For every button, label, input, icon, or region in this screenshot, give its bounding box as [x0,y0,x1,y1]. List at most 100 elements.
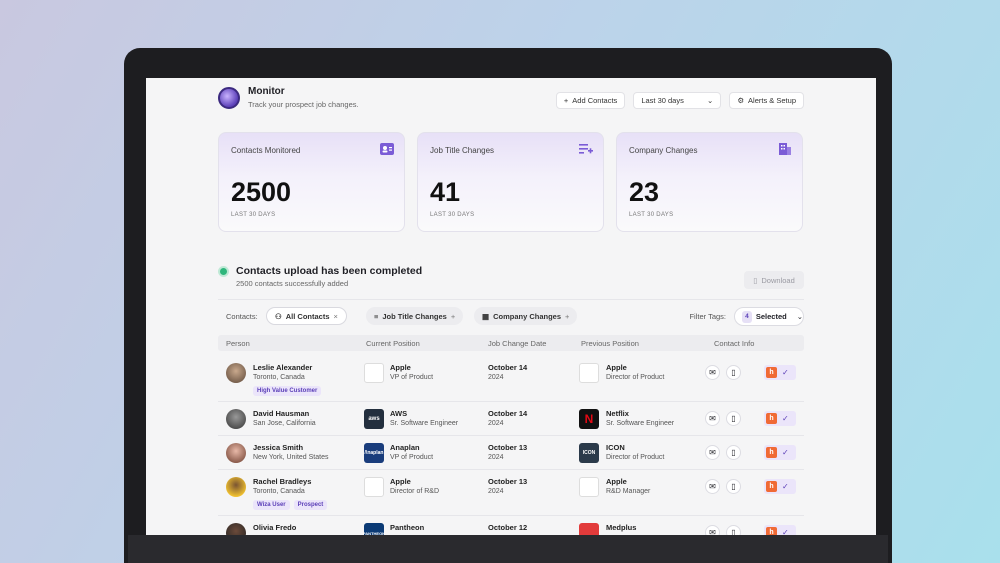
header-actions: + Add Contacts Last 30 days ⌄ ⚙ Alerts &… [555,92,804,109]
col-contact-info: Contact Info [714,339,755,348]
current-title: Sr. Software Engineer [390,420,459,427]
alerts-setup-label: Alerts & Setup [748,96,796,105]
add-contacts-button[interactable]: + Add Contacts [555,92,626,109]
chevron-down-icon: ⌄ [796,312,803,321]
tag-badge: Wiza User [253,500,290,510]
avatar [226,523,246,535]
chevron-down-icon: ⌄ [707,96,714,105]
hubspot-synced-badge[interactable]: h ✓ [764,411,796,426]
person-name: Leslie Alexander [253,363,313,372]
add-contacts-label: Add Contacts [572,96,618,105]
previous-title: R&D Manager [606,488,651,495]
person-location: San Jose, California [253,420,316,427]
phone-icon[interactable]: ▯ [726,365,741,380]
stat-period: LAST 30 DAYS [430,212,475,218]
person-name: David Hausman [253,409,310,418]
phone-icon[interactable]: ▯ [726,479,741,494]
hubspot-icon: h [766,413,777,424]
person-name: Rachel Bradleys [253,477,312,486]
change-year: 2024 [488,454,504,461]
check-circle-icon [218,266,229,277]
date-range-value: Last 30 days [641,96,684,105]
person-tags: High Value Customer [253,386,322,396]
change-year: 2024 [488,374,504,381]
icon-logo-icon: ICON [579,443,599,463]
list-icon: ≡ [374,311,379,321]
apple-logo-icon [364,477,384,497]
building-icon: ▦ [482,311,490,321]
page-subtitle: Track your prospect job changes. [248,100,359,109]
stat-label: Company Changes [629,146,698,155]
hubspot-synced-badge[interactable]: h ✓ [764,479,796,494]
chip-job-title-changes[interactable]: ≡ Job Title Changes + [366,307,464,325]
laptop-base [128,535,888,563]
filter-tags-select[interactable]: 4 Selected ⌄ [734,307,804,326]
col-person: Person [226,339,250,348]
email-icon[interactable]: ✉ [705,411,720,426]
apple-logo-icon [579,477,599,497]
email-icon[interactable]: ✉ [705,445,720,460]
person-location: Toronto, Canada [253,488,305,495]
tags-selected-label: Selected [755,312,787,321]
table-row[interactable]: Rachel Bradleys Toronto, Canada Wiza Use… [218,470,804,516]
previous-title: Director of Product [606,454,665,461]
table-row[interactable]: David Hausman San Jose, California aws A… [218,402,804,436]
date-range-select[interactable]: Last 30 days ⌄ [633,92,722,109]
avatar [226,363,246,383]
stat-card-company-changes: Company Changes 23 LAST 30 DAYS [616,132,803,232]
email-icon[interactable]: ✉ [705,365,720,380]
upload-subtitle: 2500 contacts successfully added [236,279,349,288]
chip-all-contacts[interactable]: ⚇ All Contacts × [266,307,347,325]
previous-company: Apple [606,477,627,486]
check-icon: ✓ [782,482,789,491]
table-row[interactable]: Olivia Fredo PANTHEON Pantheon October 1… [218,516,804,535]
chip-company-changes[interactable]: ▦ Company Changes + [474,307,578,325]
download-button[interactable]: ▯ Download [744,271,804,289]
pantheon-logo-icon: PANTHEON [363,523,385,535]
chip-label: Company Changes [493,311,562,321]
email-icon[interactable]: ✉ [705,525,720,535]
stats-cards: Contacts Monitored 2500 LAST 30 DAYS Job… [218,132,803,232]
table-row[interactable]: Jessica Smith New York, United States /\… [218,436,804,470]
phone-icon[interactable]: ▯ [726,445,741,460]
current-title: VP of Product [390,454,434,461]
person-tags: Wiza User Prospect [253,500,328,510]
previous-title: Director of Product [606,374,665,381]
check-icon: ✓ [782,528,789,535]
gear-icon: ⚙ [737,96,745,105]
anaplan-logo-icon: /\naplan [364,443,384,463]
close-icon[interactable]: × [334,312,338,321]
file-icon: ▯ [753,275,758,285]
chip-label: Job Title Changes [382,311,447,321]
plus-icon[interactable]: + [451,312,455,321]
phone-icon[interactable]: ▯ [726,411,741,426]
stat-period: LAST 30 DAYS [231,212,276,218]
phone-icon[interactable]: ▯ [726,525,741,535]
current-company: Apple [390,363,411,372]
hubspot-synced-badge[interactable]: h ✓ [764,365,796,380]
hubspot-icon: h [766,367,777,378]
change-date: October 14 [488,409,528,418]
current-company: Pantheon [390,523,425,532]
hubspot-synced-badge[interactable]: h ✓ [764,525,796,535]
current-title: VP of Product [390,374,434,381]
tag-badge: Prospect [293,500,328,510]
hubspot-icon: h [766,481,777,492]
download-label: Download [761,275,795,285]
aws-logo-icon: aws [364,409,384,429]
hubspot-synced-badge[interactable]: h ✓ [764,445,796,460]
check-icon: ✓ [782,368,789,377]
upload-title: Contacts upload has been completed [236,265,423,277]
email-icon[interactable]: ✉ [705,479,720,494]
stat-value: 2500 [231,177,292,207]
current-title: Director of R&D [390,488,440,495]
plus-icon[interactable]: + [565,312,569,321]
medplus-logo-icon [579,523,599,535]
alerts-setup-button[interactable]: ⚙ Alerts & Setup [729,92,804,109]
person-location: Toronto, Canada [253,374,305,381]
table-row[interactable]: Leslie Alexander Toronto, Canada High Va… [218,354,804,402]
apple-logo-icon [364,363,384,383]
person-location: New York, United States [253,454,329,461]
plus-icon: + [563,96,569,105]
chip-label: All Contacts [285,311,330,321]
